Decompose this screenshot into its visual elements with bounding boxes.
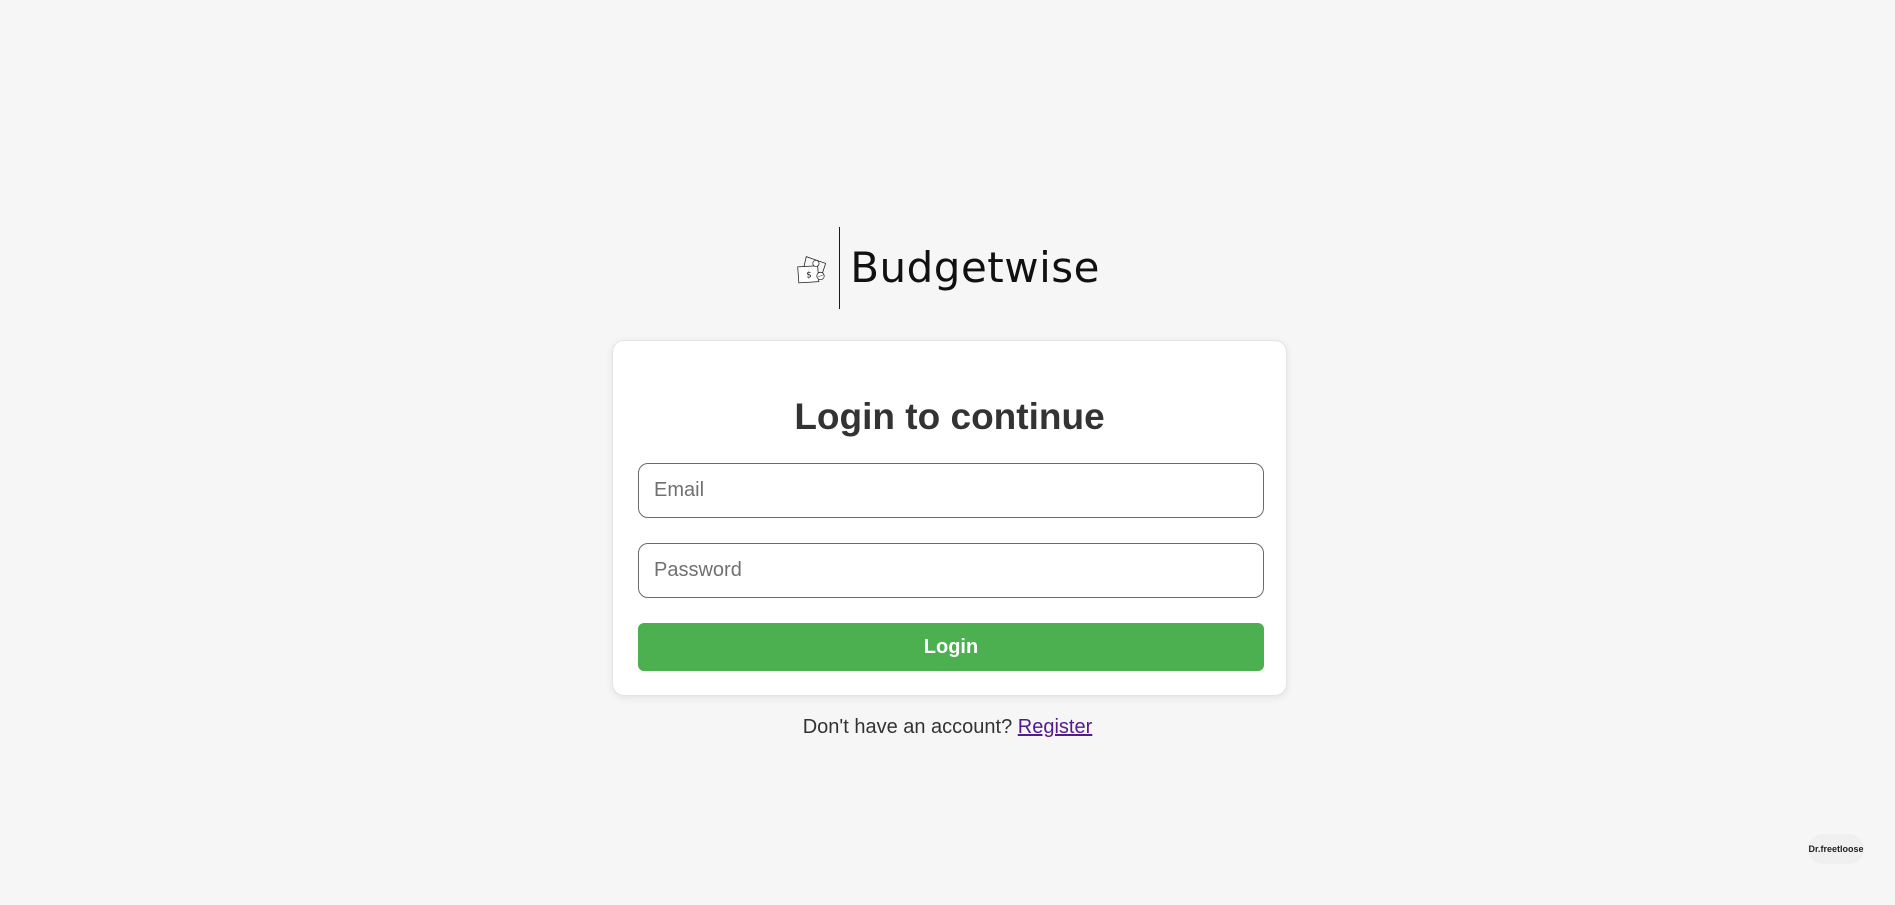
brand-logo: $ Budgetwise — [796, 226, 1100, 310]
register-prompt-text: Don't have an account? — [802, 716, 1013, 738]
corner-badge-label: Dr.freetloose — [1808, 844, 1864, 854]
corner-badge[interactable]: Dr.freetloose — [1808, 834, 1864, 864]
login-page: $ Budgetwise Login to continue Login Don… — [0, 0, 1895, 905]
password-field[interactable] — [638, 543, 1264, 598]
register-link[interactable]: Register — [1018, 716, 1092, 738]
email-field[interactable] — [638, 463, 1264, 518]
login-button[interactable]: Login — [638, 623, 1264, 671]
money-bills-coins-icon: $ — [797, 256, 827, 284]
login-card: Login to continue Login — [612, 340, 1287, 696]
register-prompt: Don't have an account? Register — [0, 716, 1895, 739]
login-heading: Login to continue — [794, 396, 1105, 437]
logo-divider — [839, 227, 841, 309]
brand-name: Budgetwise — [850, 243, 1100, 292]
svg-text:$: $ — [806, 271, 811, 281]
